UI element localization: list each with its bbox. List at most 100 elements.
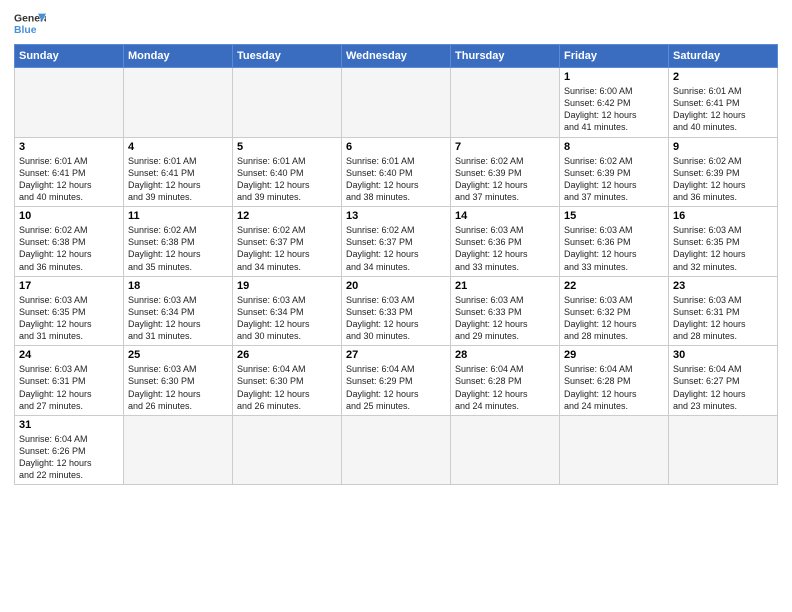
- calendar-cell: 29Sunrise: 6:04 AM Sunset: 6:28 PM Dayli…: [560, 346, 669, 416]
- calendar-week-row: 24Sunrise: 6:03 AM Sunset: 6:31 PM Dayli…: [15, 346, 778, 416]
- weekday-header-friday: Friday: [560, 45, 669, 68]
- calendar-cell: 9 Sunrise: 6:02 AM Sunset: 6:39 PM Daylig…: [669, 137, 778, 207]
- calendar-cell: 27 Sunrise: 6:04 AM Sunset: 6:29 PM Dayli…: [342, 346, 451, 416]
- day-info: Sunrise: 6:01 AM Sunset: 6:41 PM Dayligh…: [673, 85, 773, 134]
- day-number: 25: [128, 349, 228, 361]
- calendar-cell: 2 Sunrise: 6:01 AM Sunset: 6:41 PM Daylig…: [669, 68, 778, 138]
- calendar-cell: 15 Sunrise: 6:03 AM Sunset: 6:36 PM Dayli…: [560, 207, 669, 277]
- calendar-cell: 8 Sunrise: 6:02 AM Sunset: 6:39 PM Daylig…: [560, 137, 669, 207]
- day-info: Sunrise: 6:03 AM Sunset: 6:34 PM Dayligh…: [237, 294, 337, 343]
- calendar-cell: 30Sunrise: 6:04 AM Sunset: 6:27 PM Dayli…: [669, 346, 778, 416]
- day-info: Sunrise: 6:03 AM Sunset: 6:34 PM Dayligh…: [128, 294, 228, 343]
- weekday-header-tuesday: Tuesday: [233, 45, 342, 68]
- calendar-cell: 26 Sunrise: 6:04 AM Sunset: 6:30 PM Dayli…: [233, 346, 342, 416]
- calendar-cell: 14Sunrise: 6:03 AM Sunset: 6:36 PM Dayli…: [451, 207, 560, 277]
- day-number: 15: [564, 210, 664, 222]
- day-info: Sunrise: 6:01 AM Sunset: 6:41 PM Dayligh…: [19, 155, 119, 204]
- calendar-cell: 23 Sunrise: 6:03 AM Sunset: 6:31 PM Dayli…: [669, 276, 778, 346]
- day-number: 30: [673, 349, 773, 361]
- day-number: 12: [237, 210, 337, 222]
- day-number: 18: [128, 280, 228, 292]
- calendar-cell: 22 Sunrise: 6:03 AM Sunset: 6:32 PM Dayli…: [560, 276, 669, 346]
- calendar-cell: 4 Sunrise: 6:01 AM Sunset: 6:41 PM Daylig…: [124, 137, 233, 207]
- day-number: 13: [346, 210, 446, 222]
- day-info: Sunrise: 6:03 AM Sunset: 6:36 PM Dayligh…: [564, 224, 664, 273]
- calendar-cell: 13Sunrise: 6:02 AM Sunset: 6:37 PM Dayli…: [342, 207, 451, 277]
- day-info: Sunrise: 6:02 AM Sunset: 6:39 PM Dayligh…: [564, 155, 664, 204]
- day-info: Sunrise: 6:02 AM Sunset: 6:37 PM Dayligh…: [237, 224, 337, 273]
- calendar-cell: [451, 68, 560, 138]
- calendar-cell: 12 Sunrise: 6:02 AM Sunset: 6:37 PM Dayli…: [233, 207, 342, 277]
- day-info: Sunrise: 6:03 AM Sunset: 6:35 PM Dayligh…: [673, 224, 773, 273]
- day-info: Sunrise: 6:02 AM Sunset: 6:39 PM Dayligh…: [455, 155, 555, 204]
- svg-text:Blue: Blue: [14, 25, 37, 36]
- calendar-cell: [233, 68, 342, 138]
- day-info: Sunrise: 6:04 AM Sunset: 6:28 PM Dayligh…: [564, 363, 664, 412]
- calendar-cell: 6Sunrise: 6:01 AM Sunset: 6:40 PM Daylig…: [342, 137, 451, 207]
- calendar-cell: [451, 415, 560, 485]
- calendar-cell: 31Sunrise: 6:04 AM Sunset: 6:26 PM Dayli…: [15, 415, 124, 485]
- page: General Blue SundayMondayTuesdayWednesda…: [0, 0, 792, 612]
- logo: General Blue: [14, 10, 46, 38]
- calendar-cell: [233, 415, 342, 485]
- day-info: Sunrise: 6:03 AM Sunset: 6:35 PM Dayligh…: [19, 294, 119, 343]
- calendar-cell: 16Sunrise: 6:03 AM Sunset: 6:35 PM Dayli…: [669, 207, 778, 277]
- calendar-cell: 1Sunrise: 6:00 AM Sunset: 6:42 PM Daylig…: [560, 68, 669, 138]
- day-number: 27: [346, 349, 446, 361]
- calendar-cell: 21 Sunrise: 6:03 AM Sunset: 6:33 PM Dayli…: [451, 276, 560, 346]
- calendar-cell: 20 Sunrise: 6:03 AM Sunset: 6:33 PM Dayli…: [342, 276, 451, 346]
- calendar-cell: 11 Sunrise: 6:02 AM Sunset: 6:38 PM Dayli…: [124, 207, 233, 277]
- generalblue-icon: General Blue: [14, 10, 46, 38]
- day-number: 23: [673, 280, 773, 292]
- day-number: 5: [237, 141, 337, 153]
- day-info: Sunrise: 6:02 AM Sunset: 6:39 PM Dayligh…: [673, 155, 773, 204]
- calendar-week-row: 31Sunrise: 6:04 AM Sunset: 6:26 PM Dayli…: [15, 415, 778, 485]
- day-info: Sunrise: 6:04 AM Sunset: 6:28 PM Dayligh…: [455, 363, 555, 412]
- calendar-week-row: 1Sunrise: 6:00 AM Sunset: 6:42 PM Daylig…: [15, 68, 778, 138]
- calendar-cell: 18 Sunrise: 6:03 AM Sunset: 6:34 PM Dayli…: [124, 276, 233, 346]
- day-info: Sunrise: 6:02 AM Sunset: 6:38 PM Dayligh…: [19, 224, 119, 273]
- day-info: Sunrise: 6:03 AM Sunset: 6:31 PM Dayligh…: [19, 363, 119, 412]
- day-number: 22: [564, 280, 664, 292]
- day-number: 31: [19, 419, 119, 431]
- header: General Blue: [14, 10, 778, 38]
- day-number: 11: [128, 210, 228, 222]
- day-info: Sunrise: 6:00 AM Sunset: 6:42 PM Dayligh…: [564, 85, 664, 134]
- day-number: 26: [237, 349, 337, 361]
- calendar-week-row: 3Sunrise: 6:01 AM Sunset: 6:41 PM Daylig…: [15, 137, 778, 207]
- calendar-cell: 7 Sunrise: 6:02 AM Sunset: 6:39 PM Daylig…: [451, 137, 560, 207]
- day-info: Sunrise: 6:04 AM Sunset: 6:29 PM Dayligh…: [346, 363, 446, 412]
- calendar-cell: 28 Sunrise: 6:04 AM Sunset: 6:28 PM Dayli…: [451, 346, 560, 416]
- day-number: 17: [19, 280, 119, 292]
- day-number: 9: [673, 141, 773, 153]
- day-info: Sunrise: 6:01 AM Sunset: 6:40 PM Dayligh…: [237, 155, 337, 204]
- day-number: 4: [128, 141, 228, 153]
- weekday-header-sunday: Sunday: [15, 45, 124, 68]
- weekday-header-wednesday: Wednesday: [342, 45, 451, 68]
- calendar-cell: [560, 415, 669, 485]
- day-number: 28: [455, 349, 555, 361]
- calendar-cell: [669, 415, 778, 485]
- day-number: 6: [346, 141, 446, 153]
- calendar-cell: [342, 415, 451, 485]
- day-number: 8: [564, 141, 664, 153]
- day-info: Sunrise: 6:02 AM Sunset: 6:38 PM Dayligh…: [128, 224, 228, 273]
- day-info: Sunrise: 6:03 AM Sunset: 6:31 PM Dayligh…: [673, 294, 773, 343]
- day-info: Sunrise: 6:04 AM Sunset: 6:30 PM Dayligh…: [237, 363, 337, 412]
- day-number: 20: [346, 280, 446, 292]
- day-number: 19: [237, 280, 337, 292]
- calendar-cell: 19 Sunrise: 6:03 AM Sunset: 6:34 PM Dayli…: [233, 276, 342, 346]
- calendar-cell: [15, 68, 124, 138]
- calendar-cell: 17 Sunrise: 6:03 AM Sunset: 6:35 PM Dayli…: [15, 276, 124, 346]
- calendar-week-row: 17 Sunrise: 6:03 AM Sunset: 6:35 PM Dayli…: [15, 276, 778, 346]
- day-info: Sunrise: 6:03 AM Sunset: 6:33 PM Dayligh…: [455, 294, 555, 343]
- day-info: Sunrise: 6:01 AM Sunset: 6:41 PM Dayligh…: [128, 155, 228, 204]
- day-number: 2: [673, 71, 773, 83]
- weekday-header-saturday: Saturday: [669, 45, 778, 68]
- day-info: Sunrise: 6:03 AM Sunset: 6:32 PM Dayligh…: [564, 294, 664, 343]
- day-number: 7: [455, 141, 555, 153]
- day-number: 21: [455, 280, 555, 292]
- day-info: Sunrise: 6:03 AM Sunset: 6:33 PM Dayligh…: [346, 294, 446, 343]
- calendar-cell: 24Sunrise: 6:03 AM Sunset: 6:31 PM Dayli…: [15, 346, 124, 416]
- calendar-cell: [124, 68, 233, 138]
